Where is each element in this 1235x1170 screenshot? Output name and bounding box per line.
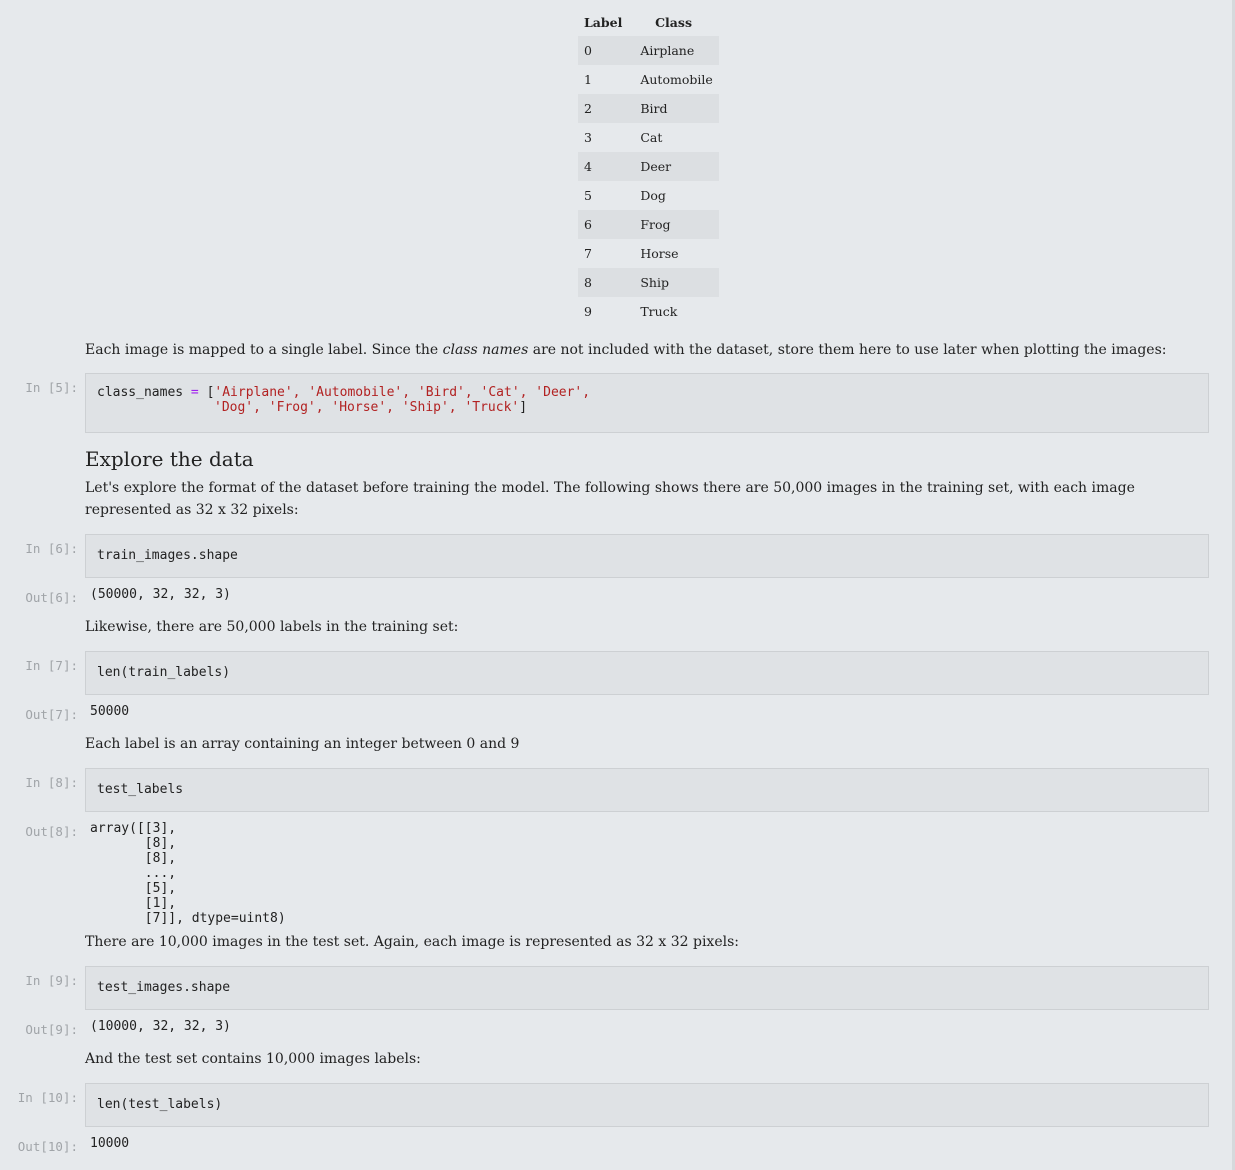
input-prompt: In [5]: [25,380,78,395]
text: are not included with the dataset, store… [528,342,1167,358]
markdown-paragraph: There are 10,000 images in the test set.… [85,934,739,950]
label-cell: 6 [584,217,592,232]
markdown-paragraph: Likewise, there are 50,000 labels in the… [85,619,459,635]
text: Each image is mapped to a single label. … [85,342,443,358]
class-cell: Ship [640,275,669,290]
label-cell: 9 [584,304,592,319]
table-row: 5 Dog [578,181,719,210]
output-prompt: Out[9]: [25,1022,78,1037]
table-row: 7 Horse [578,239,719,268]
code-cell-7[interactable]: len(train_labels) [85,651,1209,695]
header-class: Class [655,14,692,30]
label-cell: 1 [584,72,592,87]
table-row: 6 Frog [578,210,719,239]
class-label-table: Label Class 0 Airplane 1 Automobile 2 Bird 3 Cat… [578,8,719,326]
header-label: Label [584,14,623,30]
class-cell: Frog [640,217,671,232]
input-prompt: In [9]: [25,973,78,988]
code-cell-8[interactable]: test_labels [85,768,1209,812]
table-row: 2 Bird [578,94,719,123]
label-cell: 3 [584,130,592,145]
output-prompt: Out[6]: [25,590,78,605]
table-row: 4 Deer [578,152,719,181]
class-cell: Bird [640,101,668,116]
table-row: 8 Ship [578,268,719,297]
table-row: 3 Cat [578,123,719,152]
class-cell: Truck [640,304,678,319]
markdown-paragraph: Each image is mapped to a single label. … [85,339,1200,361]
label-cell: 7 [584,246,592,261]
class-cell: Automobile [640,72,713,87]
code-cell-5[interactable]: class_names = ['Airplane', 'Automobile',… [85,373,1209,433]
input-prompt: In [7]: [25,658,78,673]
emphasis: class names [442,342,529,358]
table-row: 1 Automobile [578,65,719,94]
label-cell: 2 [584,101,592,116]
class-cell: Deer [640,159,672,174]
code-cell-10[interactable]: len(test_labels) [85,1083,1209,1127]
markdown-paragraph: And the test set contains 10,000 images … [85,1051,421,1067]
code: class_names [97,385,191,400]
output-prompt: Out[10]: [17,1139,78,1154]
operator: = [190,385,199,400]
code-cell-6[interactable]: train_images.shape [85,534,1209,578]
output: 10000 [90,1136,130,1151]
table-row: 0 Airplane [578,36,719,65]
string-list: 'Dog', 'Frog', 'Horse', 'Ship', 'Truck' [214,400,520,415]
input-prompt: In [8]: [25,775,78,790]
class-cell: Cat [640,130,663,145]
code-cell-9[interactable]: test_images.shape [85,966,1209,1010]
output: array([[3], [8], [8], ..., [5], [1], [7]… [90,821,286,926]
table-row: 9 Truck [578,297,719,326]
label-cell: 4 [584,159,592,174]
output: 50000 [90,704,130,719]
markdown-paragraph: Let's explore the format of the dataset … [85,480,1135,518]
code: ] [519,400,528,415]
string-list: 'Airplane', 'Automobile', 'Bird', 'Cat',… [214,385,591,400]
section-heading: Explore the data [85,447,254,471]
label-cell: 8 [584,275,592,290]
label-cell: 5 [584,188,592,203]
input-prompt: In [10]: [17,1090,78,1105]
input-prompt: In [6]: [25,541,78,556]
output-prompt: Out[8]: [25,824,78,839]
markdown-paragraph: Each label is an array containing an int… [85,736,520,752]
class-cell: Dog [640,188,666,203]
code: [ [198,385,215,400]
output-prompt: Out[7]: [25,707,78,722]
output: (50000, 32, 32, 3) [90,587,231,602]
class-cell: Horse [640,246,679,261]
output: (10000, 32, 32, 3) [90,1019,231,1034]
label-cell: 0 [584,43,592,58]
class-cell: Airplane [640,43,695,58]
